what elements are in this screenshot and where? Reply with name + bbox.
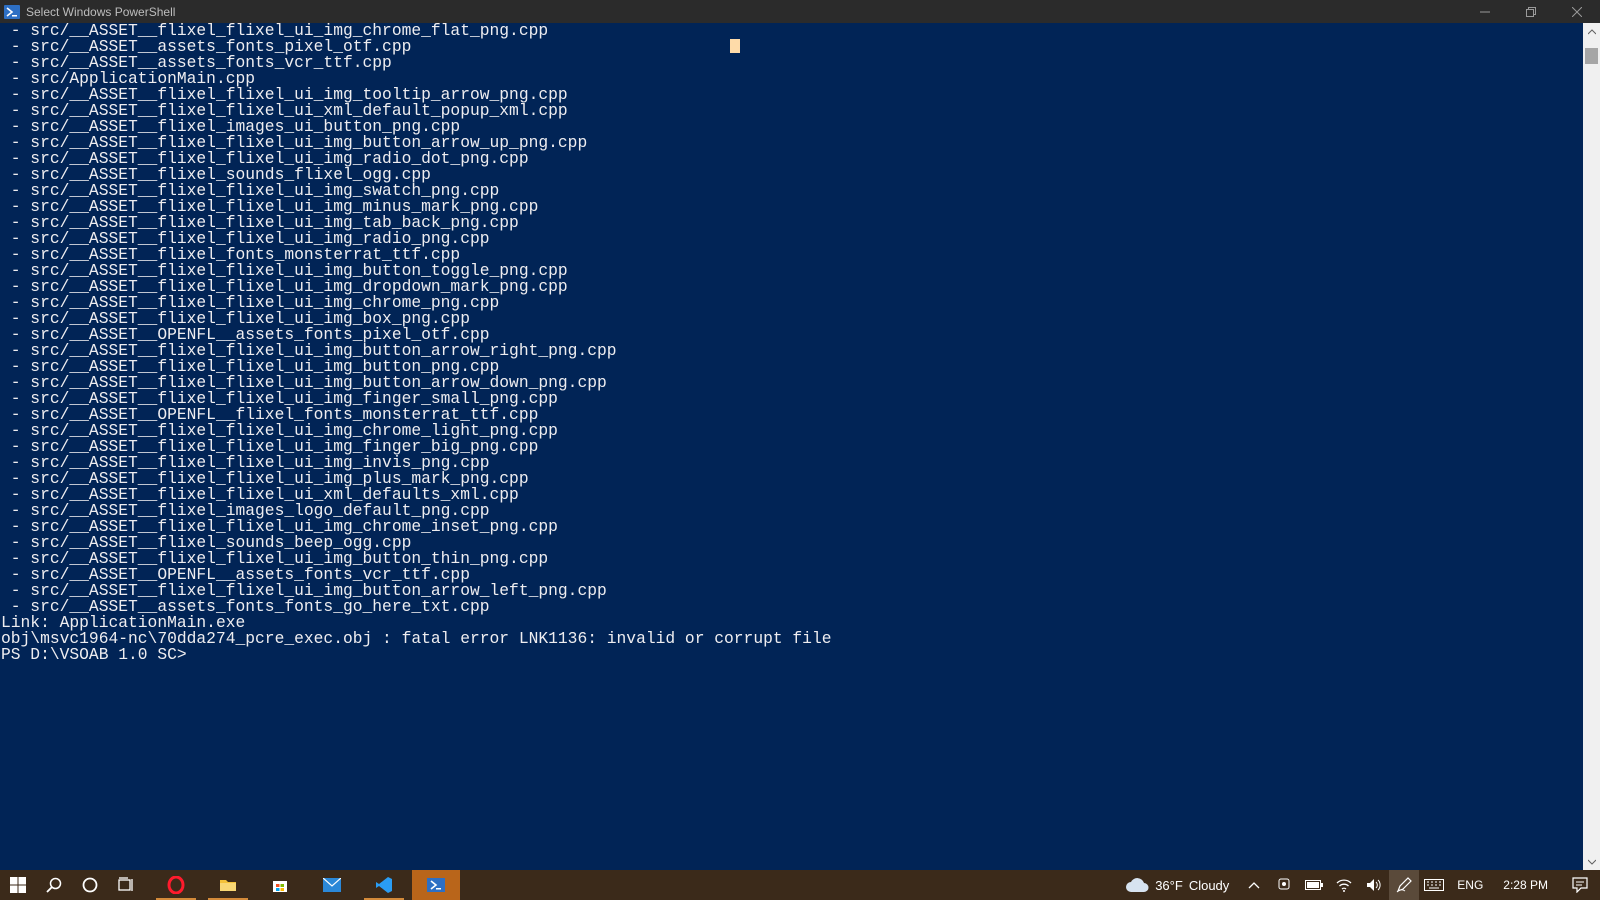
scroll-up-button[interactable]: [1583, 23, 1600, 40]
action-center-button[interactable]: [1560, 870, 1600, 900]
chevron-up-icon: [1587, 28, 1596, 34]
chevron-up-icon: [1248, 882, 1260, 889]
mail-icon: [323, 878, 341, 892]
weather-condition: Cloudy: [1188, 877, 1230, 893]
task-view-button[interactable]: [108, 870, 144, 900]
network-button[interactable]: [1329, 870, 1359, 900]
taskbar-app-mail[interactable]: [308, 870, 356, 900]
cortana-circle-icon: [82, 877, 98, 893]
cortana-button[interactable]: [72, 870, 108, 900]
powershell-icon: [427, 878, 445, 892]
chevron-down-icon: [1587, 859, 1596, 865]
minimize-button[interactable]: [1462, 0, 1508, 23]
restore-icon: [1526, 6, 1536, 17]
console-line: PS D:\VSOAB 1.0 SC>: [1, 645, 187, 664]
scroll-down-button[interactable]: [1583, 853, 1600, 870]
pen-workspace-button[interactable]: [1389, 870, 1420, 900]
search-button[interactable]: [36, 870, 72, 900]
vertical-scrollbar[interactable]: [1583, 23, 1600, 870]
cloud-icon: [1126, 878, 1149, 892]
touch-keyboard-button[interactable]: [1419, 870, 1449, 900]
text-cursor: [730, 39, 740, 53]
battery-button[interactable]: [1299, 870, 1329, 900]
console-text: - src/__ASSET__flixel_flixel_ui_img_chro…: [0, 23, 1584, 663]
restore-button[interactable]: [1508, 0, 1554, 23]
close-icon: [1572, 6, 1582, 17]
windows-logo-icon: [10, 877, 26, 893]
powershell-icon: [4, 4, 20, 19]
speaker-icon: [1367, 879, 1381, 891]
task-view-icon: [118, 877, 133, 891]
system-tray: 36°F Cloudy ENG 2:28 PM: [1125, 870, 1600, 900]
keyboard-icon: [1424, 879, 1445, 891]
weather-temp: 36°F: [1155, 877, 1183, 893]
folder-icon: [220, 880, 236, 891]
title-bar[interactable]: Select Windows PowerShell: [0, 0, 1600, 23]
store-icon: [273, 881, 287, 892]
taskbar: 36°F Cloudy ENG 2:28 PM: [0, 870, 1600, 900]
camera-icon: [1278, 878, 1290, 890]
taskbar-app-opera[interactable]: [152, 870, 200, 900]
vscode-icon: [376, 877, 392, 893]
show-hidden-icons-button[interactable]: [1239, 870, 1269, 900]
start-button[interactable]: [0, 870, 36, 900]
console-output[interactable]: - src/__ASSET__flixel_flixel_ui_img_chro…: [0, 23, 1584, 870]
taskbar-app-file-explorer[interactable]: [204, 870, 252, 900]
search-icon: [46, 877, 62, 893]
battery-icon: [1305, 880, 1324, 890]
wifi-icon: [1336, 879, 1352, 892]
scroll-thumb[interactable]: [1585, 48, 1598, 64]
opera-icon: [167, 876, 185, 894]
meet-now-button[interactable]: [1269, 870, 1299, 900]
taskbar-clock[interactable]: 2:28 PM: [1491, 878, 1560, 892]
taskbar-app-powershell[interactable]: [412, 870, 460, 900]
taskbar-app-vscode[interactable]: [360, 870, 408, 900]
pen-icon: [1396, 877, 1413, 893]
weather-widget[interactable]: 36°F Cloudy: [1125, 877, 1229, 893]
taskbar-app-store[interactable]: [256, 870, 304, 900]
notification-icon: [1572, 877, 1588, 893]
close-button[interactable]: [1554, 0, 1600, 23]
window-title: Select Windows PowerShell: [26, 4, 176, 19]
minimize-icon: [1480, 11, 1490, 12]
input-language[interactable]: ENG: [1449, 878, 1491, 892]
volume-button[interactable]: [1359, 870, 1389, 900]
